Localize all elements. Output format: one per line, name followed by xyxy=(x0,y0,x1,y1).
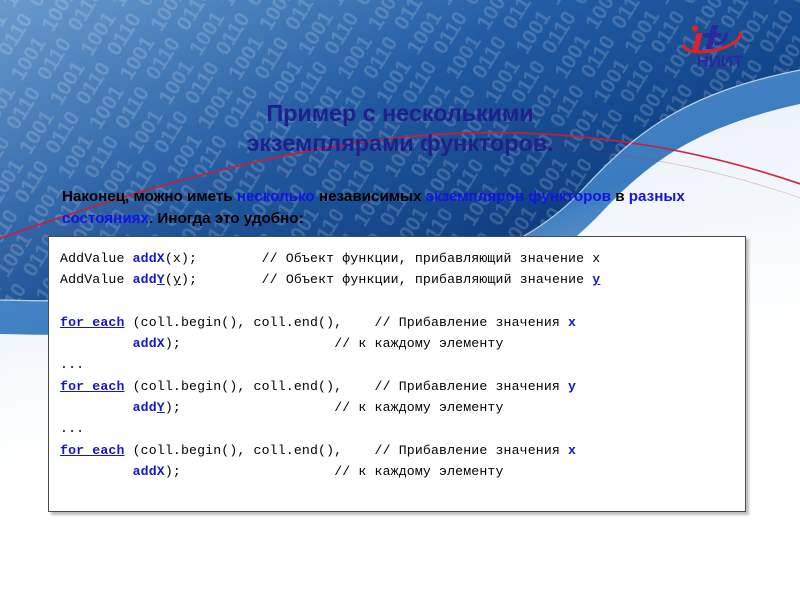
subtitle-highlight: несколько xyxy=(236,188,315,205)
code-line: for_each (coll.begin(), coll.end(), // П… xyxy=(60,312,600,333)
code-token: // Объект функции, прибавляющий значение xyxy=(261,272,593,288)
code-token: addX xyxy=(132,463,165,479)
code-token: // Объект функции, прибавляющий значение… xyxy=(261,251,601,266)
logo-wordmark: НИИТ xyxy=(696,52,744,71)
slide: 1001 0110 xyxy=(0,0,800,600)
code-line: AddValue addX(x); // Объект функции, при… xyxy=(60,248,600,269)
code-token: add xyxy=(132,400,157,416)
code-token: // к каждому элементу xyxy=(334,336,504,352)
code-token: ); xyxy=(164,336,335,352)
code-token: add xyxy=(132,272,157,288)
code-token: for_each xyxy=(60,442,125,458)
page-title-line2: экземплярами функторов. xyxy=(246,130,554,156)
subtitle-text: . Иногда это удобно: xyxy=(148,210,304,227)
code-line: AddValue addY(y); // Объект функции, при… xyxy=(60,269,600,290)
code-line: addX); // к каждому элементу xyxy=(60,333,600,354)
code-token: ( xyxy=(164,272,173,288)
page-title-line1: Пример с несколькими xyxy=(266,100,534,126)
code-token: (coll.begin(), coll.end(), xyxy=(124,378,375,394)
code-token: ... xyxy=(60,357,85,373)
code-line: ... xyxy=(60,354,600,375)
code-token: x xyxy=(568,442,577,458)
code-token: addX xyxy=(132,336,165,352)
page-title: Пример с несколькими экземплярами функто… xyxy=(120,98,680,158)
code-token: // к каждому элементу xyxy=(334,463,504,479)
code-token: (coll.begin(), coll.end(), xyxy=(124,314,375,330)
code-token: // к каждому элементу xyxy=(334,400,504,416)
code-line: addX); // к каждому элементу xyxy=(60,461,600,482)
code-block-panel: AddValue addX(x); // Объект функции, при… xyxy=(48,236,746,512)
code-token: ); xyxy=(181,272,262,288)
code-token: for_each xyxy=(60,378,125,394)
code-token: Y xyxy=(156,272,165,288)
code-line: for_each (coll.begin(), coll.end(), // П… xyxy=(60,440,600,461)
code-token: y xyxy=(592,272,601,288)
logo-letter-i xyxy=(691,25,703,50)
code-token: Y xyxy=(156,400,165,416)
code-line: ... xyxy=(60,418,600,439)
code-token: addX xyxy=(132,251,165,266)
code-token: y xyxy=(568,378,577,394)
code-token: ); xyxy=(164,400,335,416)
code-token: AddValue xyxy=(60,272,133,288)
subtitle-paragraph: Наконец, можно иметь несколько независим… xyxy=(62,186,702,230)
code-token: y xyxy=(172,272,182,288)
code-token: ... xyxy=(60,421,85,437)
code-token: // Прибавление значения xyxy=(374,378,569,394)
subtitle-text: независимых xyxy=(314,188,426,205)
code-line: for_each (coll.begin(), coll.end(), // П… xyxy=(60,376,600,397)
code-token: // Прибавление значения xyxy=(374,314,569,330)
code-token: (x); xyxy=(164,251,262,266)
code-token: x xyxy=(568,314,577,330)
code-line: addY); // к каждому элементу xyxy=(60,397,600,418)
code-token: (coll.begin(), coll.end(), xyxy=(124,442,375,458)
logo-letter-t xyxy=(703,25,728,49)
subtitle-text: Наконец, можно иметь xyxy=(62,188,237,205)
code-token: for_each xyxy=(60,314,125,330)
code-token: ); xyxy=(164,463,335,479)
subtitle-text: в xyxy=(610,188,629,205)
code-listing: AddValue addX(x); // Объект функции, при… xyxy=(60,248,600,482)
code-token: AddValue xyxy=(60,251,133,266)
subtitle-highlight: экземпляров функторов xyxy=(425,188,611,205)
code-token: // Прибавление значения xyxy=(374,442,569,458)
it-niit-logo: НИИТ xyxy=(681,24,744,71)
